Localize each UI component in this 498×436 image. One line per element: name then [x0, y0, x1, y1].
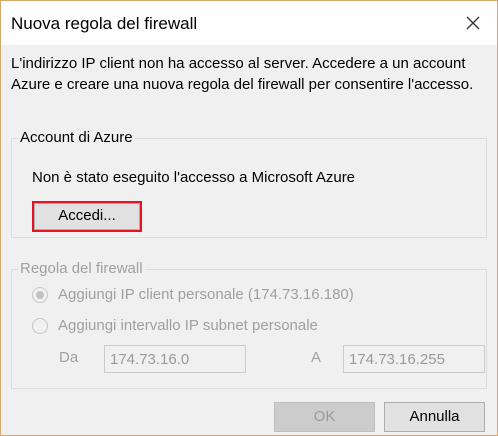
info-message: L'indirizzo IP client non ha accesso al …: [11, 55, 474, 93]
range-from-label: Da: [59, 349, 79, 366]
subnet-range-label: Aggiungi intervallo IP subnet personale: [58, 317, 318, 334]
range-to-input[interactable]: [343, 345, 485, 373]
range-from-input[interactable]: [104, 345, 246, 373]
login-status-text: Non è stato eseguito l'accesso a Microso…: [32, 169, 356, 186]
client-ip-label: Aggiungi IP client personale (174.73.16.…: [58, 286, 354, 303]
firewall-rule-group: Regola del firewall Aggiungi IP client p…: [11, 260, 487, 389]
login-button[interactable]: Accedi...: [32, 201, 142, 232]
title-bar: Nuova regola del firewall: [1, 1, 497, 45]
radio-selected-dot: [36, 291, 44, 299]
subnet-range-radio[interactable]: [32, 318, 48, 334]
close-button[interactable]: [457, 7, 489, 39]
range-to-label: A: [311, 349, 322, 366]
close-icon: [466, 16, 480, 30]
dialog-title: Nuova regola del firewall: [11, 14, 198, 33]
client-ip-radio[interactable]: [32, 287, 48, 303]
azure-account-legend: Account di Azure: [18, 129, 135, 146]
azure-account-group: Account di Azure Non è stato eseguito l'…: [11, 129, 487, 238]
cancel-button[interactable]: Annulla: [384, 402, 485, 432]
dialog-content: L'indirizzo IP client non ha accesso al …: [1, 45, 497, 435]
firewall-rule-legend: Regola del firewall: [18, 260, 145, 277]
ok-button[interactable]: OK: [274, 402, 375, 432]
firewall-rule-dialog: Nuova regola del firewall L'indirizzo IP…: [0, 0, 498, 436]
